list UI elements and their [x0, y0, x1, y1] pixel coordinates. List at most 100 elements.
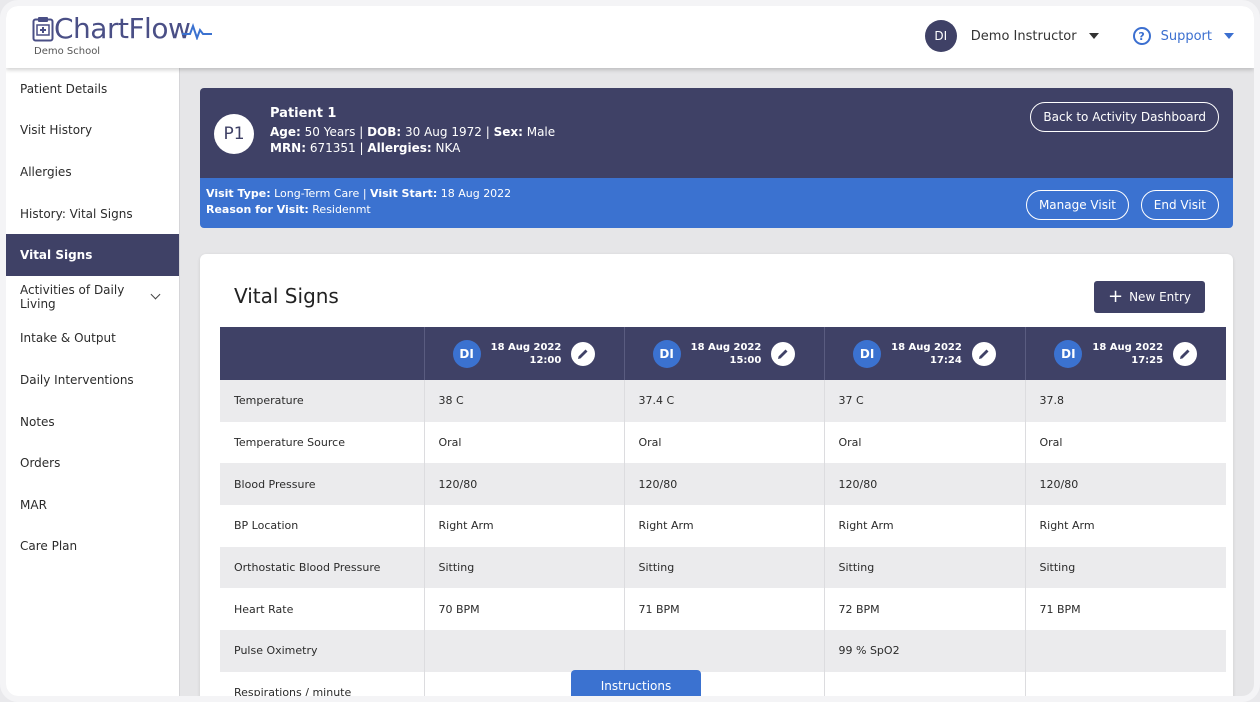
author-badge: DI [853, 339, 882, 368]
sidebar-item-patient-details[interactable]: Patient Details [6, 68, 179, 110]
logo-text: ChartFlow [54, 12, 191, 45]
author-badge: DI [1054, 339, 1083, 368]
user-name[interactable]: Demo Instructor [971, 29, 1077, 44]
visit-start-label: Visit Start: [370, 187, 438, 200]
age-label: Age: [270, 125, 301, 139]
entry-column-header: DI 18 Aug 2022 17:24 [823, 327, 1025, 380]
user-avatar[interactable]: DI [924, 20, 957, 52]
table-cell: Right Arm [823, 505, 1025, 547]
visit-info: Visit Type: Long-Term Care | Visit Start… [206, 186, 511, 218]
back-to-dashboard-button[interactable]: Back to Activity Dashboard [1030, 102, 1219, 132]
main-content: P1 Patient 1 Age: 50 Years | DOB: 30 Aug… [200, 88, 1233, 696]
sidebar-item-allergies[interactable]: Allergies [6, 151, 179, 193]
sidebar-item-label: Activities of Daily Living [20, 282, 125, 311]
edit-icon[interactable] [571, 341, 596, 366]
sidebar-item-vital-signs[interactable]: Vital Signs [6, 234, 179, 276]
table-cell: 70 BPM [423, 588, 624, 631]
entry-time: 15:00 [729, 354, 762, 366]
entry-datetime: 18 Aug 2022 17:24 [891, 341, 962, 367]
table-cell: 72 BPM [823, 588, 1025, 631]
entry-column-header: DI 18 Aug 2022 12:00 [423, 327, 624, 380]
sidebar-item-history-vital-signs[interactable]: History: Vital Signs [6, 193, 179, 235]
patient-name: Patient 1 [270, 106, 337, 121]
sidebar-item-intake-output[interactable]: Intake & Output [6, 318, 179, 360]
row-label: Temperature [220, 380, 424, 422]
entry-column-header: DI 18 Aug 2022 17:25 [1024, 327, 1226, 380]
sidebar-item-label: MAR [20, 497, 47, 512]
table-cell [623, 630, 824, 672]
entry-datetime: 18 Aug 2022 12:00 [491, 341, 562, 367]
table-cell: 71 BPM [1024, 588, 1226, 631]
row-label: Blood Pressure [220, 463, 424, 506]
user-menu-caret-icon[interactable] [1088, 33, 1099, 39]
edit-icon[interactable] [1173, 341, 1198, 366]
sidebar-item-label: Daily Interventions [20, 372, 134, 387]
chevron-down-icon[interactable] [150, 289, 161, 300]
patient-badge: P1 [214, 114, 254, 154]
visit-reason: Residenmt [312, 203, 371, 216]
sidebar-item-label: Intake & Output [20, 331, 116, 346]
table-cell: 38 C [423, 380, 624, 422]
table-cell: Oral [823, 421, 1025, 464]
logo-mark: ChartFlow [32, 12, 213, 45]
entry-time: 17:25 [1131, 354, 1164, 366]
visit-type-line: Visit Type: Long-Term Care | Visit Start… [206, 187, 512, 200]
patient-ids: MRN: 671351 | Allergies: NKA [270, 141, 461, 155]
table-row: Orthostatic Blood Pressure Sitting Sitti… [220, 546, 1226, 589]
manage-visit-button[interactable]: Manage Visit [1025, 190, 1129, 220]
table-cell [1024, 630, 1226, 672]
row-label: Orthostatic Blood Pressure [220, 546, 424, 589]
sidebar-item-activities-of-daily-living[interactable]: Activities of Daily Living [6, 276, 179, 318]
entry-time: 17:24 [930, 354, 962, 366]
table-cell [1024, 671, 1226, 696]
sidebar-item-care-plan[interactable]: Care Plan [6, 526, 179, 568]
clipboard-icon [32, 17, 54, 42]
table-cell [423, 630, 624, 672]
end-visit-button[interactable]: End Visit [1140, 190, 1219, 220]
table-cell: 37.4 C [623, 380, 824, 422]
table-cell: Sitting [423, 546, 624, 589]
table-row: Pulse Oximetry 99 % SpO2 [220, 630, 1226, 672]
row-label: BP Location [220, 505, 424, 547]
edit-icon[interactable] [771, 341, 796, 366]
support-label: Support [1160, 28, 1212, 44]
edit-icon[interactable] [971, 341, 996, 366]
visit-type: Long-Term Care [274, 187, 360, 200]
sidebar-item-orders[interactable]: Orders [6, 442, 179, 484]
school-name: Demo School [34, 46, 101, 57]
entry-date: 18 Aug 2022 [490, 341, 562, 353]
visit-start: 18 Aug 2022 [440, 187, 512, 200]
sidebar-item-label: Notes [20, 414, 55, 429]
table-row: Respirations / minute [220, 671, 1226, 696]
mrn-label: MRN: [270, 141, 307, 155]
new-entry-button[interactable]: + New Entry [1093, 281, 1205, 313]
support-menu[interactable]: ? Support [1132, 27, 1234, 45]
table-cell [823, 671, 1025, 696]
patient-age: 50 Years [304, 125, 356, 139]
entry-datetime: 18 Aug 2022 15:00 [691, 341, 762, 367]
sidebar-item-mar[interactable]: MAR [6, 484, 179, 526]
table-row: Heart Rate 70 BPM 71 BPM 72 BPM 71 BPM [220, 588, 1226, 631]
vital-signs-panel: Vital Signs + New Entry DI 18 Aug 2022 12 [200, 254, 1233, 696]
table-row: BP Location Right Arm Right Arm Right Ar… [220, 505, 1226, 547]
sidebar-item-label: Care Plan [20, 539, 78, 554]
sex-label: Sex: [493, 125, 523, 139]
top-bar: ChartFlow Demo School DI Demo Instructor… [6, 6, 1254, 68]
table-cell: 120/80 [823, 463, 1025, 506]
logo[interactable]: ChartFlow Demo School [32, 12, 213, 57]
table-cell: 71 BPM [623, 588, 824, 631]
table-cell: 120/80 [1024, 463, 1226, 506]
sidebar-item-visit-history[interactable]: Visit History [6, 110, 179, 152]
help-icon: ? [1132, 27, 1151, 45]
instructions-button[interactable]: Instructions [571, 670, 701, 696]
sidebar-item-label: Orders [20, 456, 61, 471]
table-cell: 37.8 [1024, 380, 1226, 422]
table-cell: Sitting [1024, 546, 1226, 589]
patient-demographics: Age: 50 Years | DOB: 30 Aug 1972 | Sex: … [270, 125, 556, 139]
table-cell: Right Arm [1024, 505, 1226, 547]
sidebar-item-daily-interventions[interactable]: Daily Interventions [6, 359, 179, 401]
sidebar-item-notes[interactable]: Notes [6, 401, 179, 443]
row-label: Pulse Oximetry [220, 630, 424, 672]
table-cell: 99 % SpO2 [823, 630, 1025, 672]
entry-datetime: 18 Aug 2022 17:25 [1092, 341, 1163, 367]
